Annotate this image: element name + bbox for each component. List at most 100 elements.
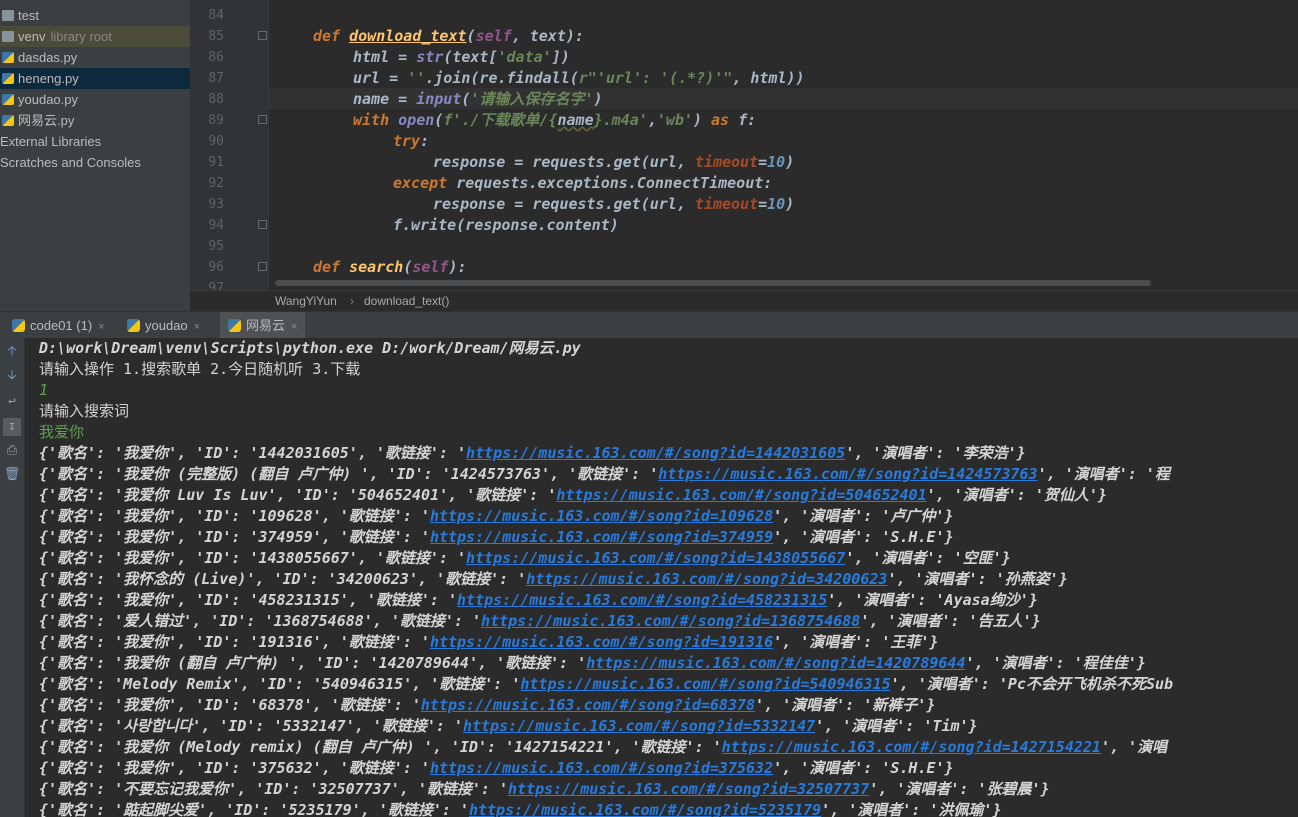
- line-number: 95: [208, 239, 224, 254]
- run-console[interactable]: D:\work\Dream\venv\Scripts\python.exe D:…: [25, 338, 1298, 817]
- console-result-line: {'歌名': '我爱你', 'ID': '374959', '歌链接': 'ht…: [39, 527, 954, 548]
- song-link[interactable]: https://music.163.com/#/song?id=50465240…: [556, 486, 926, 504]
- result-text: {'歌名': '不要忘记我爱你', 'ID': '32507737', '歌链接…: [39, 780, 508, 798]
- code-line-86: html = str(text['data']): [353, 48, 570, 66]
- song-link[interactable]: https://music.163.com/#/song?id=14420316…: [466, 444, 845, 462]
- result-text: {'歌名': '我爱你', 'ID': '68378', '歌链接': ': [39, 696, 421, 714]
- line-number: 88: [208, 92, 224, 107]
- console-prompt-operation: 请输入操作 1.搜索歌单 2.今日随机听 3.下载: [39, 360, 361, 378]
- code-line-96: def search(self):: [313, 258, 467, 276]
- breadcrumb-separator: ›: [350, 294, 354, 308]
- run-tab-youdao[interactable]: youdao ×: [127, 312, 200, 339]
- song-link[interactable]: https://music.163.com/#/song?id=14245737…: [658, 465, 1037, 483]
- song-link[interactable]: https://music.163.com/#/song?id=45823131…: [457, 591, 827, 609]
- line-number: 86: [208, 50, 224, 65]
- close-icon[interactable]: ×: [98, 321, 104, 333]
- result-text: {'歌名': '我爱你', 'ID': '1442031605', '歌链接':…: [39, 444, 467, 462]
- song-link[interactable]: https://music.163.com/#/song?id=375632: [430, 759, 773, 777]
- console-result-line: {'歌名': '我爱你 (Melody remix) (翻自 卢广仲) ', '…: [39, 737, 1167, 758]
- console-result-line: {'歌名': '不要忘记我爱你', 'ID': '32507737', '歌链接…: [39, 779, 1050, 800]
- scroll-to-end-icon[interactable]: ↧: [3, 418, 21, 436]
- result-text: {'歌名': '我爱你 (Melody remix) (翻自 卢广仲) ', '…: [39, 738, 722, 756]
- song-link[interactable]: https://music.163.com/#/song?id=5235179: [469, 801, 821, 817]
- code-editor[interactable]: def download_text(self, text): html = st…: [269, 0, 1298, 290]
- tree-item-dasdas[interactable]: dasdas.py: [0, 47, 190, 68]
- python-run-icon: [228, 319, 241, 332]
- tree-item-youdao[interactable]: youdao.py: [0, 89, 190, 110]
- song-link[interactable]: https://music.163.com/#/song?id=14271542…: [722, 738, 1101, 756]
- fold-marker-icon[interactable]: [258, 31, 267, 40]
- print-icon[interactable]: ⎙: [3, 442, 21, 460]
- arrow-down-icon[interactable]: 🡣: [3, 367, 21, 385]
- line-number: 97: [208, 281, 224, 290]
- tree-item-external-libraries[interactable]: External Libraries: [0, 131, 190, 152]
- folder-icon: [2, 10, 14, 21]
- line-number: 90: [208, 134, 224, 149]
- code-line-87: url = ''.join(re.findall(r"'url': '(.*?)…: [353, 69, 805, 87]
- result-text: {'歌名': '我爱你', 'ID': '191316', '歌链接': ': [39, 633, 430, 651]
- code-line-90: try:: [393, 132, 430, 150]
- console-result-line: {'歌名': '사랑합니다', 'ID': '5332147', '歌链接': …: [39, 716, 978, 737]
- arrow-up-icon[interactable]: 🡡: [3, 343, 21, 361]
- code-line-93: response = requests.get(url, timeout=10): [433, 195, 795, 213]
- run-tab-code01[interactable]: code01 (1) ×: [12, 312, 105, 339]
- tree-item-heneng[interactable]: heneng.py: [0, 68, 190, 89]
- close-icon[interactable]: ×: [291, 321, 297, 333]
- result-text: {'歌名': '我爱你 (翻自 卢广仲) ', 'ID': '142078964…: [39, 654, 587, 672]
- console-result-line: {'歌名': '我爱你 (完整版) (翻自 卢广仲) ', 'ID': '142…: [39, 464, 1170, 485]
- song-link[interactable]: https://music.163.com/#/song?id=5332147: [463, 717, 815, 735]
- result-text: ', '演唱者': '新裤子'}: [755, 696, 936, 714]
- line-number: 87: [208, 71, 224, 86]
- result-text: {'歌名': '我爱你', 'ID': '374959', '歌链接': ': [39, 528, 430, 546]
- console-result-line: {'歌名': '我爱你', 'ID': '109628', '歌链接': 'ht…: [39, 506, 953, 527]
- horizontal-scrollbar[interactable]: [275, 280, 1151, 286]
- console-result-line: {'歌名': '我爱你', 'ID': '458231315', '歌链接': …: [39, 590, 1038, 611]
- result-text: {'歌名': '我爱你', 'ID': '1438055667', '歌链接':…: [39, 549, 467, 567]
- result-text: {'歌名': 'Melody Remix', 'ID': '540946315'…: [39, 675, 521, 693]
- breadcrumb-class[interactable]: WangYiYun: [275, 291, 337, 311]
- result-text: {'歌名': '我爱你', 'ID': '458231315', '歌链接': …: [39, 591, 458, 609]
- console-result-line: {'歌名': '我爱你 Luv Is Luv', 'ID': '50465240…: [39, 485, 1107, 506]
- tree-item-wangyiyun[interactable]: 网易云.py: [0, 110, 190, 131]
- song-link[interactable]: https://music.163.com/#/song?id=109628: [430, 507, 773, 525]
- soft-wrap-icon[interactable]: ↩: [3, 393, 21, 411]
- breadcrumb-method[interactable]: download_text(): [364, 291, 449, 311]
- console-user-input: 我爱你: [39, 423, 85, 441]
- song-link[interactable]: https://music.163.com/#/song?id=54094631…: [520, 675, 890, 693]
- song-link[interactable]: https://music.163.com/#/song?id=32507737: [508, 780, 869, 798]
- tree-item-venv[interactable]: venv library root: [0, 26, 190, 47]
- run-tab-wangyiyun[interactable]: 网易云 ×: [220, 312, 306, 339]
- tree-item-scratches[interactable]: Scratches and Consoles: [0, 152, 190, 173]
- song-link[interactable]: https://music.163.com/#/song?id=13687546…: [481, 612, 860, 630]
- song-link[interactable]: https://music.163.com/#/song?id=191316: [430, 633, 773, 651]
- breadcrumb: WangYiYun › download_text(): [190, 290, 1298, 312]
- song-link[interactable]: https://music.163.com/#/song?id=14380556…: [466, 549, 845, 567]
- result-text: ', '演唱者': 'Ayasa绚沙'}: [827, 591, 1038, 609]
- song-link[interactable]: https://music.163.com/#/song?id=374959: [430, 528, 773, 546]
- result-text: ', '演唱者': '王菲'}: [773, 633, 939, 651]
- song-link[interactable]: https://music.163.com/#/song?id=68378: [421, 696, 755, 714]
- code-line-89: with open(f'./下载歌单/{name}.m4a','wb') as …: [353, 111, 757, 129]
- result-text: {'歌名': '我怀念的 (Live)', 'ID': '34200623', …: [39, 570, 527, 588]
- fold-marker-icon[interactable]: [258, 220, 267, 229]
- result-text: {'歌名': '我爱你', 'ID': '375632', '歌链接': ': [39, 759, 430, 777]
- fold-marker-icon[interactable]: [258, 115, 267, 124]
- code-line-92: except requests.exceptions.ConnectTimeou…: [393, 174, 773, 192]
- console-result-line: {'歌名': '我怀念的 (Live)', 'ID': '34200623', …: [39, 569, 1068, 590]
- line-number: 93: [208, 197, 224, 212]
- code-line-94: f.write(response.content): [393, 216, 619, 234]
- tree-item-test[interactable]: test: [0, 5, 190, 26]
- trash-icon[interactable]: 🗑: [3, 466, 21, 484]
- fold-marker-icon[interactable]: [258, 262, 267, 271]
- project-tree-panel: test venv library root dasdas.py heneng.p…: [0, 0, 190, 311]
- song-link[interactable]: https://music.163.com/#/song?id=14207896…: [586, 654, 965, 672]
- result-text: ', '演唱者': '张碧晨'}: [869, 780, 1050, 798]
- result-text: ', '演唱者': '李荣浩'}: [845, 444, 1026, 462]
- song-link[interactable]: https://music.163.com/#/song?id=34200623: [526, 570, 887, 588]
- result-text: {'歌名': '踮起脚尖爱', 'ID': '5235179', '歌链接': …: [39, 801, 469, 817]
- close-icon[interactable]: ×: [194, 321, 200, 333]
- line-number: 85: [208, 29, 224, 44]
- folder-icon: [2, 31, 14, 42]
- line-number: 94: [208, 218, 224, 233]
- console-prompt-search: 请输入搜索词: [39, 402, 130, 420]
